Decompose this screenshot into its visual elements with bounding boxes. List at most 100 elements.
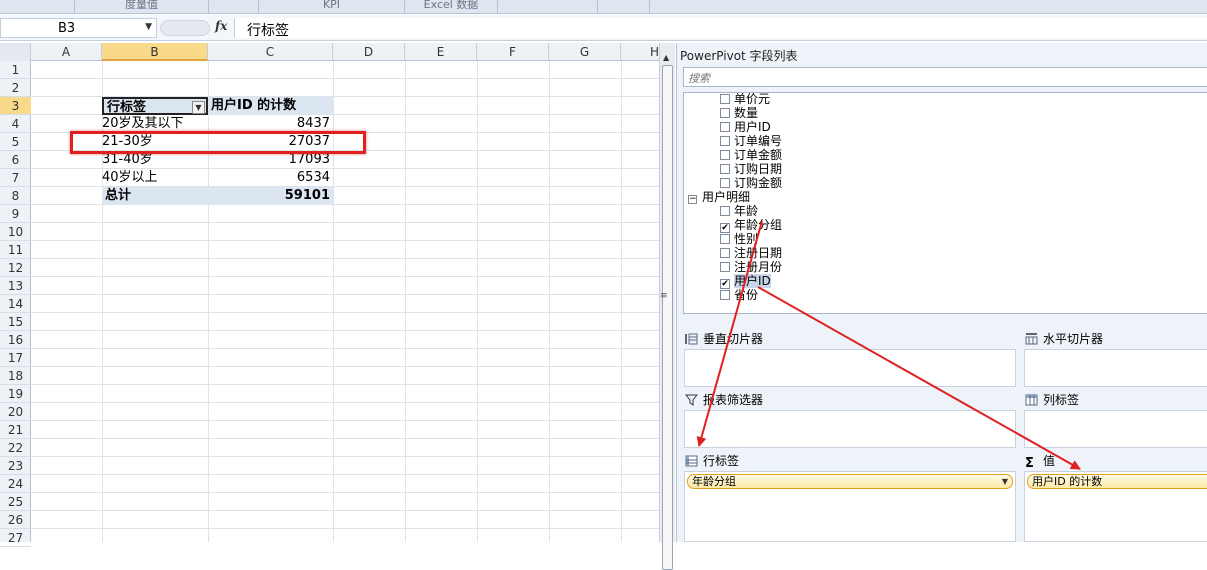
column-header-f[interactable]: F [477, 43, 549, 61]
grid-line [31, 474, 660, 475]
grid-line [31, 366, 660, 367]
dropdown-arrow-icon[interactable]: ▼ [192, 101, 205, 114]
checkbox-icon[interactable] [720, 178, 730, 188]
field-item[interactable]: 单价元 [720, 93, 770, 106]
row-header[interactable]: 7 [0, 169, 31, 187]
checkbox-icon[interactable] [720, 136, 730, 146]
dropdown-arrow-icon[interactable]: ▼ [1002, 475, 1008, 488]
ribbon-group-kpi[interactable]: KPI [259, 0, 405, 13]
checkbox-icon[interactable] [720, 94, 730, 104]
field-item[interactable]: 年龄 [720, 204, 758, 218]
ribbon-group-excel-data[interactable]: Excel 数据 [405, 0, 498, 13]
row-header[interactable]: 22 [0, 439, 31, 457]
row-header[interactable]: 27 [0, 529, 31, 547]
search-input[interactable]: 搜索 [683, 67, 1207, 87]
row-header[interactable]: 8 [0, 187, 31, 205]
checkbox-icon[interactable] [720, 108, 730, 118]
checkbox-icon[interactable] [720, 164, 730, 174]
column-header-d[interactable]: D [333, 43, 405, 61]
row-header[interactable]: 9 [0, 205, 31, 223]
checkbox-icon[interactable] [720, 290, 730, 300]
row-header[interactable]: 20 [0, 403, 31, 421]
row-header[interactable]: 18 [0, 367, 31, 385]
select-all-corner[interactable] [0, 43, 31, 61]
field-item[interactable]: ✔ 年龄分组 [720, 218, 782, 233]
scroll-up-icon[interactable]: ▲ [663, 53, 669, 62]
row-header[interactable]: 1 [0, 61, 31, 79]
row-header[interactable]: 10 [0, 223, 31, 241]
row-header[interactable]: 12 [0, 259, 31, 277]
column-header-g[interactable]: G [549, 43, 621, 61]
ribbon-group-measures[interactable]: 度量值 [75, 0, 209, 13]
pivot-total-label[interactable]: 总计 [102, 187, 208, 205]
column-labels-drop-zone[interactable] [1024, 410, 1207, 448]
vertical-slicer-drop-zone[interactable] [684, 349, 1016, 387]
checkbox-icon[interactable] [720, 234, 730, 244]
table-node-user-detail[interactable]: − 用户明细 [688, 190, 750, 204]
field-item[interactable]: 注册月份 [720, 260, 782, 274]
row-header[interactable]: 17 [0, 349, 31, 367]
row-header[interactable]: 23 [0, 457, 31, 475]
field-label: 订单编号 [734, 134, 783, 148]
field-item[interactable]: 订单金额 [720, 148, 782, 162]
pivot-row-label-header-text: 行标签 [107, 100, 147, 115]
pivot-total-value-text: 59101 [284, 188, 330, 203]
report-filter-drop-zone[interactable] [684, 410, 1016, 448]
field-label: 用户ID [734, 274, 771, 288]
row-label-field-pill[interactable]: 年龄分组 ▼ [687, 474, 1013, 489]
value-field-pill[interactable]: 用户ID 的计数 [1027, 474, 1207, 489]
column-header-a[interactable]: A [31, 43, 102, 61]
row-header[interactable]: 24 [0, 475, 31, 493]
scrollbar-thumb[interactable] [662, 65, 673, 570]
checkbox-icon[interactable] [720, 262, 730, 272]
row-header[interactable]: 4 [0, 115, 31, 133]
field-item[interactable]: 性别 [720, 232, 758, 246]
column-header-c[interactable]: C [208, 43, 333, 61]
dropdown-arrow-icon[interactable]: ▼ [145, 22, 152, 32]
pivot-total-value[interactable]: 59101 [208, 187, 333, 205]
splitter-grip-icon[interactable]: ≡ [660, 291, 668, 301]
field-item[interactable]: 订单编号 [720, 134, 782, 148]
field-item[interactable]: 订购金额 [720, 176, 782, 190]
name-box[interactable]: B3 ▼ [0, 18, 157, 38]
formula-input[interactable]: 行标签 [234, 18, 1207, 39]
row-header[interactable]: 11 [0, 241, 31, 259]
row-header[interactable]: 5 [0, 133, 31, 151]
field-item[interactable]: 省份 [720, 288, 758, 302]
row-header[interactable]: 6 [0, 151, 31, 169]
pivot-value-header[interactable]: 用户ID 的计数 [208, 97, 333, 115]
row-header[interactable]: 16 [0, 331, 31, 349]
row-header[interactable]: 14 [0, 295, 31, 313]
field-label: 注册月份 [734, 260, 783, 274]
row-header[interactable]: 3 [0, 97, 31, 115]
checkbox-icon[interactable] [720, 122, 730, 132]
row-header[interactable]: 26 [0, 511, 31, 529]
column-header-b[interactable]: B [102, 43, 208, 61]
pivot-row-value[interactable]: 6534 [208, 169, 333, 187]
column-header-e[interactable]: E [405, 43, 477, 61]
checkbox-icon[interactable] [720, 206, 730, 216]
row-labels-drop-zone[interactable]: 年龄分组 ▼ [684, 471, 1016, 542]
horizontal-slicer-drop-zone[interactable] [1024, 349, 1207, 387]
checkbox-icon[interactable] [720, 150, 730, 160]
checkbox-icon[interactable] [720, 248, 730, 258]
formula-bar-expander[interactable] [160, 20, 210, 36]
field-item[interactable]: 数量 [720, 106, 758, 120]
pivot-row-label[interactable]: 40岁以上 [102, 169, 208, 187]
field-item[interactable]: ✔ 用户ID [720, 274, 771, 289]
collapse-icon[interactable]: − [688, 195, 697, 204]
row-header[interactable]: 15 [0, 313, 31, 331]
grid-line [31, 510, 660, 511]
row-header[interactable]: 19 [0, 385, 31, 403]
values-drop-zone[interactable]: 用户ID 的计数 [1024, 471, 1207, 542]
row-header[interactable]: 2 [0, 79, 31, 97]
fx-icon[interactable]: fx [215, 19, 227, 33]
field-item[interactable]: 订购日期 [720, 162, 782, 176]
column-header-h[interactable]: H [621, 43, 660, 61]
row-header[interactable]: 25 [0, 493, 31, 511]
row-header[interactable]: 13 [0, 277, 31, 295]
row-header[interactable]: 21 [0, 421, 31, 439]
field-item[interactable]: 用户ID [720, 120, 771, 134]
field-item[interactable]: 注册日期 [720, 246, 782, 260]
pivot-row-label-header[interactable]: 行标签 ▼ [102, 97, 208, 115]
